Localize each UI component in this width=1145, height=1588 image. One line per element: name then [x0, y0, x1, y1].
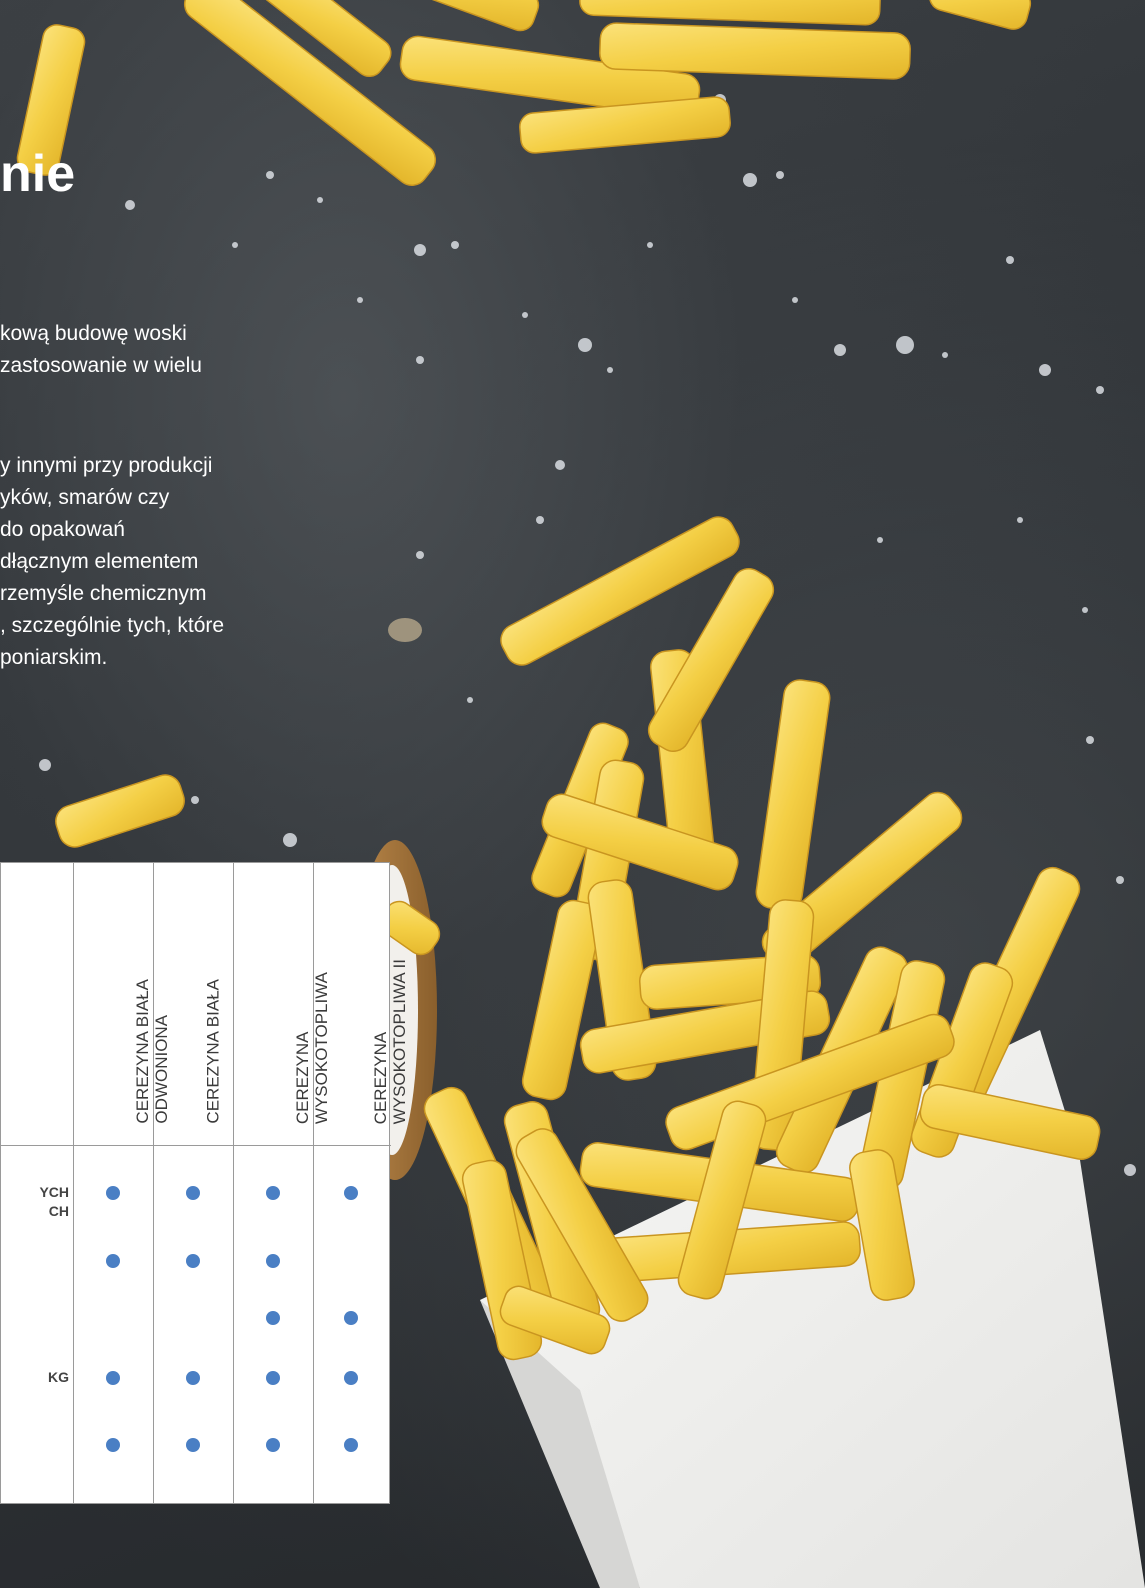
applications-paragraph: y innymi przy produkcji yków, smarów czy…	[0, 450, 224, 674]
applications-line: , szczególnie tych, które	[0, 614, 225, 637]
availability-dot	[344, 1438, 358, 1452]
availability-dot	[186, 1438, 200, 1452]
applications-line: y innymi przy produkcji	[0, 454, 213, 477]
availability-dot	[106, 1438, 120, 1452]
availability-dot	[266, 1311, 280, 1325]
column-header-label: CEREZYNA BIAŁA	[203, 979, 222, 1124]
availability-dot	[186, 1254, 200, 1268]
availability-dot	[106, 1254, 120, 1268]
intro-paragraph: kową budowę woski zastosowanie w wielu	[0, 318, 202, 382]
column-header-label: CEREZYNA WYSOKOTOPLIWA II	[370, 958, 409, 1124]
brochure-page: nie kową budowę woski zastosowanie w wie…	[0, 0, 1145, 1588]
applications-line: rzemyśle chemicznym	[0, 582, 207, 605]
applications-line: yków, smarów czy	[0, 486, 170, 509]
availability-dot	[344, 1311, 358, 1325]
availability-dot	[106, 1186, 120, 1200]
applications-line: dłącznym elementem	[0, 550, 199, 573]
column-header: CEREZYNA WYSOKOTOPLIWA II	[313, 863, 409, 1146]
row-label: YCH CH	[39, 1184, 69, 1219]
product-application-table: CEREZYNA BIAŁA ODWONIONA CEREZYNA BIAŁA …	[0, 862, 409, 1504]
column-header: CEREZYNA WYSOKOTOPLIWA	[233, 863, 331, 1146]
availability-dot	[266, 1371, 280, 1385]
availability-dot	[266, 1186, 280, 1200]
applications-line: do opakowań	[0, 518, 125, 541]
availability-dot	[266, 1254, 280, 1268]
applications-line: poniarskim.	[0, 646, 108, 669]
intro-line: kową budowę woski	[0, 322, 187, 345]
availability-dot	[186, 1186, 200, 1200]
availability-dot	[344, 1371, 358, 1385]
availability-dot	[186, 1371, 200, 1385]
availability-dot	[344, 1186, 358, 1200]
row-label: KG	[48, 1369, 69, 1385]
availability-dot	[106, 1371, 120, 1385]
column-header: CEREZYNA BIAŁA	[153, 863, 233, 1146]
section-heading: nie	[0, 145, 76, 203]
column-header: CEREZYNA BIAŁA ODWONIONA	[73, 863, 171, 1146]
intro-line: zastosowanie w wielu	[0, 354, 202, 377]
availability-dot	[266, 1438, 280, 1452]
